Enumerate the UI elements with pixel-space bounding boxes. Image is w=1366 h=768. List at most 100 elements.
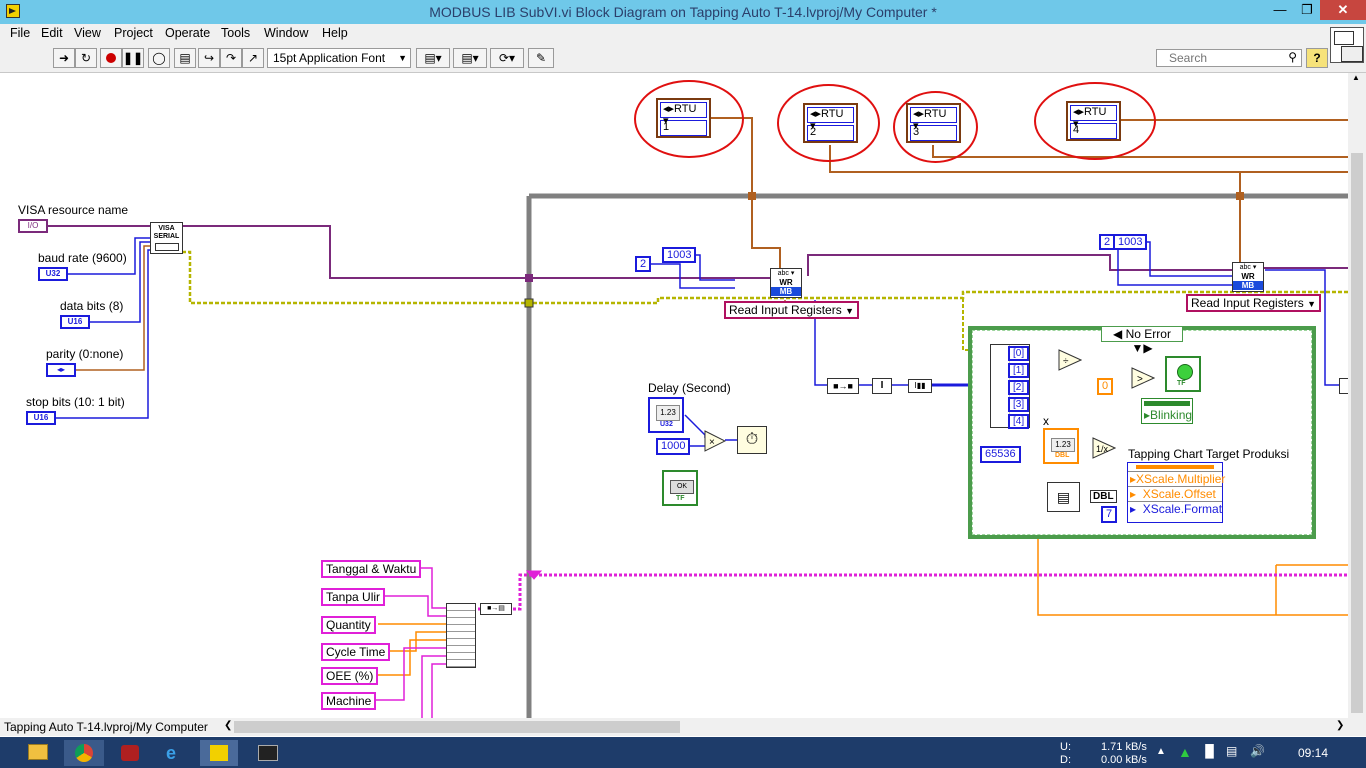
rtu-mode-select[interactable]: ◂▸RTU ▾ bbox=[807, 107, 854, 132]
labview-taskbar-icon[interactable] bbox=[200, 740, 238, 766]
chevron-down-icon: ▼ bbox=[845, 306, 854, 316]
chrome-icon[interactable] bbox=[64, 740, 104, 766]
divide-node[interactable]: ÷ bbox=[1058, 349, 1082, 371]
data-bits-terminal[interactable]: U16 bbox=[60, 315, 90, 329]
rtu-mode-select[interactable]: ◂▸RTU ▾ bbox=[910, 107, 957, 132]
cluster-label-quantity[interactable]: Quantity bbox=[321, 616, 376, 634]
cluster-label-tanpa-ulir[interactable]: Tanpa Ulir bbox=[321, 588, 386, 606]
x-control-terminal[interactable]: 1.23 DBL bbox=[1043, 428, 1079, 464]
index-item-3[interactable]: [3] bbox=[1008, 397, 1030, 412]
baud-rate-terminal[interactable]: U32 bbox=[38, 267, 68, 281]
register-count-constant-b[interactable]: 1003 bbox=[1113, 234, 1148, 250]
rtu-tunnel-1[interactable] bbox=[748, 192, 756, 200]
cluster-label-oee[interactable]: OEE (%) bbox=[321, 667, 379, 685]
app-red-icon[interactable] bbox=[121, 745, 139, 761]
timestamp-node[interactable]: ▤ bbox=[1047, 482, 1080, 512]
svg-text:÷: ÷ bbox=[1063, 356, 1069, 367]
blinking-property-node[interactable]: ▸Blinking bbox=[1141, 398, 1193, 424]
vertical-scroll-thumb[interactable] bbox=[1351, 153, 1363, 713]
delay-label: Delay (Second) bbox=[648, 381, 731, 395]
download-label: D: bbox=[1060, 754, 1071, 766]
start-address-constant-a[interactable]: 2 bbox=[635, 256, 652, 272]
clock[interactable]: 09:14 bbox=[1298, 746, 1328, 760]
tray-expand-icon[interactable]: ▲ bbox=[1156, 746, 1166, 757]
chevron-down-icon: ▼ bbox=[1307, 299, 1316, 309]
multiplier-constant[interactable]: 1000 bbox=[656, 438, 691, 455]
cluster-label-cycle-time[interactable]: Cycle Time bbox=[321, 643, 391, 661]
rtu-constant-3[interactable]: ◂▸RTU ▾ 3 bbox=[906, 103, 961, 143]
download-rate: 0.00 kB/s bbox=[1101, 754, 1147, 766]
x-label: x bbox=[1043, 414, 1049, 428]
read-input-registers-select-a[interactable]: Read Input Registers ▼ bbox=[724, 301, 859, 319]
case-selector[interactable]: ◀ No Error ▼▶ bbox=[1101, 326, 1183, 355]
volume-icon[interactable]: 🔊 bbox=[1250, 744, 1265, 758]
signal-icon[interactable]: ▐▌ bbox=[1201, 744, 1218, 758]
rtu-tunnel-4[interactable] bbox=[1236, 192, 1244, 200]
stop-bits-terminal[interactable]: U16 bbox=[26, 411, 56, 425]
array-to-cluster-node[interactable]: ■→▤ bbox=[480, 603, 512, 615]
visa-resource-terminal[interactable]: I/O bbox=[18, 219, 48, 233]
to-integer-node[interactable]: I▮▮ bbox=[908, 379, 932, 393]
console-icon[interactable] bbox=[258, 745, 278, 761]
rtu-slave-id[interactable]: 3 bbox=[910, 125, 957, 141]
parity-label: parity (0:none) bbox=[46, 347, 124, 361]
case-prev-icon[interactable]: ◀ bbox=[1113, 327, 1122, 341]
horizontal-scroll-thumb[interactable] bbox=[234, 721, 680, 733]
chart-property-node[interactable]: ▸XScale.Multiplier ▸ XScale.Offset ▸ XSc… bbox=[1127, 462, 1225, 523]
error-tunnel[interactable] bbox=[524, 298, 534, 308]
baud-rate-label: baud rate (9600) bbox=[38, 251, 127, 265]
multiply-node[interactable]: × bbox=[704, 430, 726, 452]
register-count-constant-a[interactable]: 1003 bbox=[662, 247, 697, 263]
rtu-constant-4[interactable]: ◂▸RTU ▾ 4 bbox=[1066, 101, 1121, 141]
visa-resource-label: VISA resource name bbox=[18, 203, 129, 217]
index-item-1[interactable]: [1] bbox=[1008, 363, 1030, 378]
chevron-down-icon[interactable]: ▼▶ bbox=[1131, 341, 1152, 355]
scroll-left-icon[interactable]: ❮ bbox=[224, 720, 232, 731]
to-dbl-node[interactable]: DBL bbox=[1090, 490, 1117, 503]
data-bits-label: data bits (8) bbox=[60, 299, 124, 313]
svg-text:1/x: 1/x bbox=[1096, 444, 1109, 454]
format-constant[interactable]: 7 bbox=[1101, 506, 1118, 523]
rtu-slave-id[interactable]: 4 bbox=[1070, 123, 1117, 139]
stop-bits-label: stop bits (10: 1 bit) bbox=[26, 395, 125, 409]
visa-serial-node[interactable]: VISA SERIAL bbox=[150, 222, 183, 254]
index-item-0[interactable]: [0] bbox=[1008, 346, 1030, 361]
greater-than-node[interactable]: > bbox=[1131, 367, 1155, 389]
type-cast-node[interactable]: I bbox=[872, 378, 892, 394]
wait-timer-icon[interactable]: ⏱ bbox=[737, 426, 767, 454]
build-array-node[interactable] bbox=[446, 603, 476, 668]
file-explorer-icon[interactable] bbox=[28, 744, 48, 760]
tray-app-icon[interactable]: ▲ bbox=[1178, 744, 1192, 760]
led-indicator[interactable]: TF bbox=[1165, 356, 1201, 392]
index-item-2[interactable]: [2] bbox=[1008, 380, 1030, 395]
read-input-registers-select-b[interactable]: Read Input Registers ▼ bbox=[1186, 294, 1321, 312]
rtu-constant-2[interactable]: ◂▸RTU ▾ 2 bbox=[803, 103, 858, 143]
chart-label: Tapping Chart Target Produksi bbox=[1128, 447, 1290, 461]
vertical-scrollbar[interactable]: ▲ bbox=[1348, 73, 1366, 718]
scroll-right-icon[interactable]: ❯ bbox=[1336, 720, 1344, 731]
rtu-mode-select[interactable]: ◂▸RTU ▾ bbox=[660, 102, 707, 127]
delay-control-terminal[interactable]: 1.23 U32 bbox=[648, 397, 684, 433]
scroll-up-icon[interactable]: ▲ bbox=[1352, 73, 1360, 82]
cluster-label-tanggal-waktu[interactable]: Tanggal & Waktu bbox=[321, 560, 422, 578]
network-icon[interactable]: ▤ bbox=[1226, 744, 1237, 758]
divisor-constant[interactable]: 65536 bbox=[980, 446, 1021, 463]
visa-tunnel[interactable] bbox=[525, 274, 533, 282]
svg-text:>: > bbox=[1137, 374, 1143, 385]
rtu-constant-1[interactable]: ◂▸RTU ▾ 1 bbox=[656, 98, 711, 138]
internet-explorer-icon[interactable]: e bbox=[166, 743, 176, 764]
rtu-slave-id[interactable]: 2 bbox=[807, 125, 854, 141]
parity-terminal[interactable]: ◂▸ bbox=[46, 363, 76, 377]
stop-button-terminal[interactable]: OK TF bbox=[662, 470, 698, 506]
cluster-label-machine[interactable]: Machine bbox=[321, 692, 377, 710]
reciprocal-node[interactable]: 1/x bbox=[1092, 437, 1116, 459]
index-item-4[interactable]: [4] bbox=[1008, 414, 1030, 429]
modbus-read-node-b[interactable]: abc ▾ WR MB bbox=[1232, 262, 1264, 292]
array-convert-node[interactable]: ■→■ bbox=[827, 378, 859, 394]
compare-zero-constant[interactable]: 0 bbox=[1097, 378, 1114, 395]
rtu-mode-select[interactable]: ◂▸RTU ▾ bbox=[1070, 105, 1117, 130]
modbus-read-node-a[interactable]: abc ▾ WR MB bbox=[770, 268, 802, 298]
upload-label: U: bbox=[1060, 741, 1071, 753]
upload-rate: 1.71 kB/s bbox=[1101, 741, 1147, 753]
rtu-slave-id[interactable]: 1 bbox=[660, 120, 707, 136]
